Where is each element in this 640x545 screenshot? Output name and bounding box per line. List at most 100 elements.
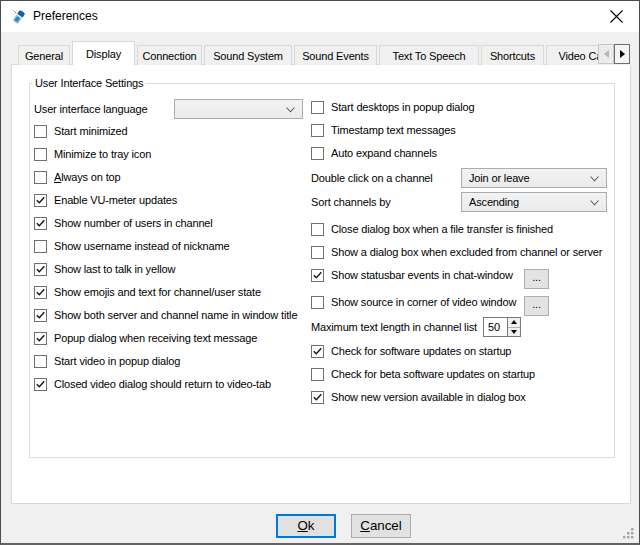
checkbox-start-video-in-popup-dialog[interactable]	[34, 355, 47, 368]
checkbox-show-username-instead-of-nickname[interactable]	[34, 240, 47, 253]
settings-row: Popup dialog when receiving text message	[34, 330, 306, 353]
ellipsis-button-show-source-in-corner-of-video-window[interactable]: ...	[524, 296, 549, 316]
label: Check for software updates on startup	[331, 343, 511, 360]
tab-connection[interactable]: Connection	[137, 45, 202, 65]
settings-row: Maximum text length in channel list 50	[311, 317, 616, 343]
tab-label: Sound Events	[302, 50, 369, 62]
dropdown-user-interface-language[interactable]	[174, 99, 303, 119]
resize-grip[interactable]	[622, 527, 635, 540]
app-icon	[10, 8, 27, 25]
label: Double click on a channel	[311, 168, 433, 188]
checkbox-show-source-in-corner-of-video-window[interactable]	[311, 296, 324, 309]
label: Show statusbar events in chat-window	[331, 267, 513, 284]
label: Closed video dialog should return to vid…	[54, 376, 271, 393]
tab-label: General	[25, 50, 63, 62]
window-title: Preferences	[33, 1, 98, 32]
dropdown-double-click-on-a-channel[interactable]: Join or leave	[461, 168, 607, 188]
spin-down-icon	[508, 328, 520, 337]
tab-label: Text To Speech	[393, 50, 466, 62]
dropdown-sort-channels-by[interactable]: Ascending	[461, 192, 607, 212]
tab-label: Display	[86, 48, 121, 60]
spinner-arrows[interactable]	[507, 318, 520, 336]
tab-scroll-right-button[interactable]	[614, 44, 630, 64]
settings-row: Start video in popup dialog	[34, 353, 306, 376]
settings-row: Minimize to tray icon	[34, 146, 306, 169]
spinner-maximum-text-length-in-channel-list[interactable]: 50	[483, 317, 521, 337]
checkbox-show-a-dialog-box-when-excluded-from-cha[interactable]	[311, 246, 324, 259]
settings-row: Always on top	[34, 169, 306, 192]
settings-left-column: User interface languageStart minimizedMi…	[34, 99, 306, 399]
settings-row: Show both server and channel name in win…	[34, 307, 306, 330]
checkbox-close-dialog-box-when-a-file-transfer-is[interactable]	[311, 223, 324, 236]
checkbox-enable-vu-meter-updates[interactable]	[34, 194, 47, 207]
ellipsis-button-show-statusbar-events-in-chat-window[interactable]: ...	[524, 269, 549, 289]
label: Show last to talk in yellow	[54, 261, 175, 278]
settings-row: Double click on a channel Join or leave	[311, 168, 616, 192]
settings-row: Show new version available in dialog box	[311, 389, 616, 412]
checkbox-show-statusbar-events-in-chat-window[interactable]	[311, 269, 324, 282]
tab-text-to-speech[interactable]: Text To Speech	[379, 45, 479, 65]
ok-button[interactable]: Ok	[276, 514, 336, 538]
checkbox-closed-video-dialog-should-return-to-vid[interactable]	[34, 378, 47, 391]
spin-up-icon	[508, 318, 520, 328]
group-title: User Interface Settings	[32, 76, 146, 90]
label: Show new version available in dialog box	[331, 389, 526, 406]
label: Show both server and channel name in win…	[54, 307, 297, 324]
tab-label: Shortcuts	[490, 50, 535, 62]
tab-strip: General Display Connection Sound System Soun…	[18, 41, 631, 65]
label: Always on top	[54, 169, 121, 186]
checkbox-auto-expand-channels[interactable]	[311, 147, 324, 160]
tab-shortcuts[interactable]: Shortcuts	[481, 45, 544, 65]
checkbox-minimize-to-tray-icon[interactable]	[34, 148, 47, 161]
tab-scroll-left-button[interactable]	[598, 44, 614, 64]
tab-label: Connection	[142, 50, 196, 62]
tab-sound-system[interactable]: Sound System	[204, 45, 292, 65]
checkbox-popup-dialog-when-receiving-text-message[interactable]	[34, 332, 47, 345]
label: Sort channels by	[311, 192, 391, 212]
checkbox-start-desktops-in-popup-dialog[interactable]	[311, 101, 324, 114]
checkbox-show-new-version-available-in-dialog-box[interactable]	[311, 391, 324, 404]
checkbox-always-on-top[interactable]	[34, 171, 47, 184]
dropdown-value: Ascending	[469, 196, 519, 208]
checkbox-check-for-software-updates-on-startup[interactable]	[311, 345, 324, 358]
label: Enable VU-meter updates	[54, 192, 177, 209]
settings-row: Show emojis and text for channel/user st…	[34, 284, 306, 307]
label: Minimize to tray icon	[54, 146, 151, 163]
label: Maximum text length in channel list	[311, 317, 477, 337]
checkbox-show-number-of-users-in-channel[interactable]	[34, 217, 47, 230]
tab-display[interactable]: Display	[72, 41, 135, 65]
label: Show emojis and text for channel/user st…	[54, 284, 261, 301]
label: Start video in popup dialog	[54, 353, 180, 370]
label: Show source in corner of video window	[331, 294, 516, 311]
checkbox-check-for-beta-software-updates-on-start[interactable]	[311, 368, 324, 381]
settings-row: Check for software updates on startup	[311, 343, 616, 366]
label: Timestamp text messages	[331, 122, 456, 139]
label: Check for beta software updates on start…	[331, 366, 535, 383]
label: Show username instead of nickname	[54, 238, 229, 255]
checkbox-timestamp-text-messages[interactable]	[311, 124, 324, 137]
settings-row: Show a dialog box when excluded from cha…	[311, 244, 616, 267]
tab-sound-events[interactable]: Sound Events	[294, 45, 377, 65]
left-arrow-icon	[604, 50, 609, 58]
settings-row: Check for beta software updates on start…	[311, 366, 616, 389]
spinner-value: 50	[484, 318, 507, 336]
close-button[interactable]	[594, 1, 639, 32]
tab-general[interactable]: General	[18, 45, 70, 65]
checkbox-show-last-to-talk-in-yellow[interactable]	[34, 263, 47, 276]
settings-right-column: Start desktops in popup dialogTimestamp …	[311, 99, 616, 412]
label: Start minimized	[54, 123, 128, 140]
label: Show a dialog box when excluded from cha…	[331, 244, 602, 261]
label: Popup dialog when receiving text message	[54, 330, 257, 347]
settings-row: Auto expand channels	[311, 145, 616, 168]
label: Auto expand channels	[331, 145, 437, 162]
title-bar[interactable]: Preferences	[1, 1, 639, 32]
settings-row: Show last to talk in yellow	[34, 261, 306, 284]
checkbox-show-both-server-and-channel-name-in-win[interactable]	[34, 309, 47, 322]
settings-row: Timestamp text messages	[311, 122, 616, 145]
cancel-button[interactable]: Cancel	[351, 514, 411, 538]
right-arrow-icon	[620, 50, 625, 58]
settings-row: Show statusbar events in chat-window...	[311, 267, 616, 292]
checkbox-start-minimized[interactable]	[34, 125, 47, 138]
settings-row: Show number of users in channel	[34, 215, 306, 238]
checkbox-show-emojis-and-text-for-channel-user-st[interactable]	[34, 286, 47, 299]
